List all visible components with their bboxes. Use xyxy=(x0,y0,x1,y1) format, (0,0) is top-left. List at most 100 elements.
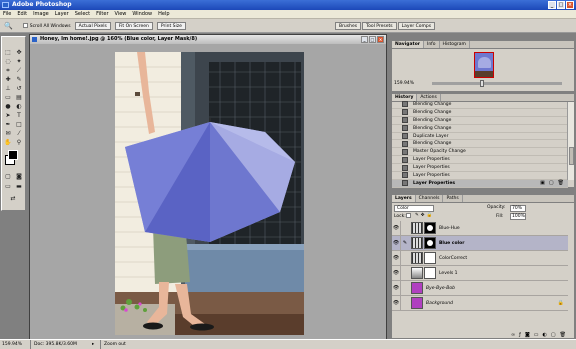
menu-filter[interactable]: Filter xyxy=(96,11,108,17)
layer-name[interactable]: Blue-Hue xyxy=(439,226,460,231)
menu-layer[interactable]: Layer xyxy=(55,11,69,17)
print-size-button[interactable]: Print Size xyxy=(156,21,186,30)
move-tool-icon[interactable]: ✥ xyxy=(14,49,24,57)
fill-input[interactable]: 100% xyxy=(510,213,526,220)
layer-mask-thumbnail[interactable] xyxy=(424,267,436,279)
layer-mask-thumbnail[interactable] xyxy=(424,252,436,264)
tab-history[interactable]: History xyxy=(392,94,418,101)
fit-on-screen-button[interactable]: Fit On Screen xyxy=(114,21,153,30)
add-mask-icon[interactable]: ◙ xyxy=(525,332,530,338)
lock-all-icon[interactable]: 🔒 xyxy=(427,213,433,218)
lasso-tool-icon[interactable]: ◌ xyxy=(3,58,13,66)
history-scrollbar[interactable] xyxy=(567,102,574,180)
canvas-area[interactable] xyxy=(30,44,386,339)
lock-position-icon[interactable]: ✥ xyxy=(421,213,425,218)
layer-row-selected[interactable]: 👁 ✎ Blue color xyxy=(392,235,568,251)
dodge-tool-icon[interactable]: ◐ xyxy=(14,103,24,111)
link-layers-icon[interactable]: ∞ xyxy=(511,332,515,338)
eyedropper-icon[interactable]: ⁄ xyxy=(14,130,24,138)
layer-name[interactable]: Bye-Bye-Bob xyxy=(426,286,455,291)
foreground-color-swatch[interactable] xyxy=(8,150,18,160)
path-selection-icon[interactable]: ➤ xyxy=(3,112,13,120)
navigator-zoom-slider[interactable] xyxy=(432,80,562,87)
navigator-thumbnail[interactable] xyxy=(474,52,494,78)
blend-mode-select[interactable]: Color xyxy=(394,205,434,212)
layer-style-icon[interactable]: ƒ xyxy=(519,332,521,338)
menu-help[interactable]: Help xyxy=(158,11,169,17)
tab-info[interactable]: Info xyxy=(424,41,440,48)
visibility-eye-icon[interactable]: 👁 xyxy=(392,250,401,266)
notes-tool-icon[interactable]: ✉ xyxy=(3,130,13,138)
doc-close-button[interactable]: × xyxy=(377,36,384,43)
screen-mode-full-icon[interactable]: ▬ xyxy=(14,183,24,191)
lock-transparency-checkbox[interactable] xyxy=(406,213,411,218)
menu-file[interactable]: File xyxy=(3,11,11,17)
history-scrollbar-thumb[interactable] xyxy=(569,147,574,165)
navigator-zoom-value[interactable]: 159.94% xyxy=(394,81,414,86)
history-item[interactable]: Blending Change xyxy=(392,101,568,109)
layer-row[interactable]: 👁 Levels 1 xyxy=(392,265,568,281)
layer-row[interactable]: 👁 Background 🔒 xyxy=(392,295,568,311)
layer-mask-thumbnail[interactable] xyxy=(424,237,436,249)
visibility-eye-icon[interactable]: 👁 xyxy=(392,265,401,281)
well-tab-brushes[interactable]: Brushes xyxy=(335,22,362,30)
visibility-eye-icon[interactable]: 👁 xyxy=(392,280,401,296)
history-brush-icon[interactable]: ↺ xyxy=(14,85,24,93)
actual-pixels-button[interactable]: Actual Pixels xyxy=(74,21,111,30)
maximize-button[interactable]: □ xyxy=(557,1,565,9)
history-item[interactable]: Layer Properties xyxy=(392,156,568,165)
tab-actions[interactable]: Actions xyxy=(417,94,441,101)
menu-window[interactable]: Window xyxy=(132,11,152,17)
history-item[interactable]: Layer Properties xyxy=(392,164,568,173)
layer-row[interactable]: 👁 ColorCorrect xyxy=(392,250,568,266)
layer-mask-thumbnail[interactable] xyxy=(424,222,436,234)
new-snapshot-icon[interactable]: ▣ xyxy=(540,180,545,186)
doc-minimize-button[interactable]: _ xyxy=(361,36,368,43)
slice-tool-icon[interactable]: ⟋ xyxy=(14,67,24,75)
new-layer-icon[interactable]: ▢ xyxy=(551,332,556,338)
document-title[interactable]: Honey, Im home!.jpg @ 160% (Blue color, … xyxy=(30,35,386,44)
delete-state-icon[interactable]: 🗑 xyxy=(558,180,564,186)
photo-canvas[interactable] xyxy=(115,52,304,335)
history-item[interactable]: Blending Change xyxy=(392,125,568,133)
gradient-tool-icon[interactable]: ▤ xyxy=(14,94,24,102)
visibility-eye-icon[interactable]: 👁 xyxy=(392,220,401,236)
status-arrow-icon[interactable]: ▸ xyxy=(92,340,94,349)
delete-layer-icon[interactable]: 🗑 xyxy=(560,332,566,338)
tab-navigator[interactable]: Navigator xyxy=(392,41,424,48)
clone-stamp-icon[interactable]: ⊥ xyxy=(3,85,13,93)
lock-image-icon[interactable]: ✎ xyxy=(415,213,419,218)
zoom-tool-icon[interactable]: 🔍 xyxy=(4,22,13,30)
status-zoom[interactable]: 159.94% xyxy=(2,340,22,349)
visibility-eye-icon[interactable]: 👁 xyxy=(392,235,401,251)
tab-channels[interactable]: Channels xyxy=(416,195,444,202)
blur-tool-icon[interactable]: ● xyxy=(3,103,13,111)
close-button[interactable]: × xyxy=(566,1,574,9)
menu-select[interactable]: Select xyxy=(75,11,90,17)
marquee-tool-icon[interactable]: ⬚ xyxy=(3,49,13,57)
quick-mask-icon[interactable]: ◙ xyxy=(14,173,24,181)
history-item[interactable]: Blending Change xyxy=(392,117,568,125)
history-item[interactable]: Layer Properties xyxy=(392,172,568,180)
layer-name[interactable]: Background xyxy=(426,301,453,306)
menu-view[interactable]: View xyxy=(115,11,127,17)
tab-paths[interactable]: Paths xyxy=(443,195,463,202)
zoom-tool-icon[interactable]: ⚲ xyxy=(14,139,24,147)
tab-histogram[interactable]: Histogram xyxy=(440,41,470,48)
menu-image[interactable]: Image xyxy=(33,11,49,17)
layer-name[interactable]: Levels 1 xyxy=(439,271,458,276)
history-item[interactable]: Master Opacity Change xyxy=(392,148,568,157)
well-tab-layer-comps[interactable]: Layer Comps xyxy=(397,22,436,30)
pen-tool-icon[interactable]: ✒ xyxy=(3,121,13,129)
type-tool-icon[interactable]: T xyxy=(14,112,24,120)
history-item[interactable]: Duplicate Layer xyxy=(392,133,568,141)
new-group-icon[interactable]: ▭ xyxy=(534,332,539,338)
hand-tool-icon[interactable]: ✋ xyxy=(3,139,13,147)
navigator-slider-thumb[interactable] xyxy=(480,80,484,87)
history-item[interactable]: Blending Change xyxy=(392,140,568,149)
crop-tool-icon[interactable]: ⌗ xyxy=(3,67,13,75)
new-adjustment-layer-icon[interactable]: ◐ xyxy=(543,332,547,338)
minimize-button[interactable]: _ xyxy=(548,1,556,9)
layer-name[interactable]: ColorCorrect xyxy=(439,256,467,261)
imageready-icon[interactable]: ⇄ xyxy=(8,195,18,203)
